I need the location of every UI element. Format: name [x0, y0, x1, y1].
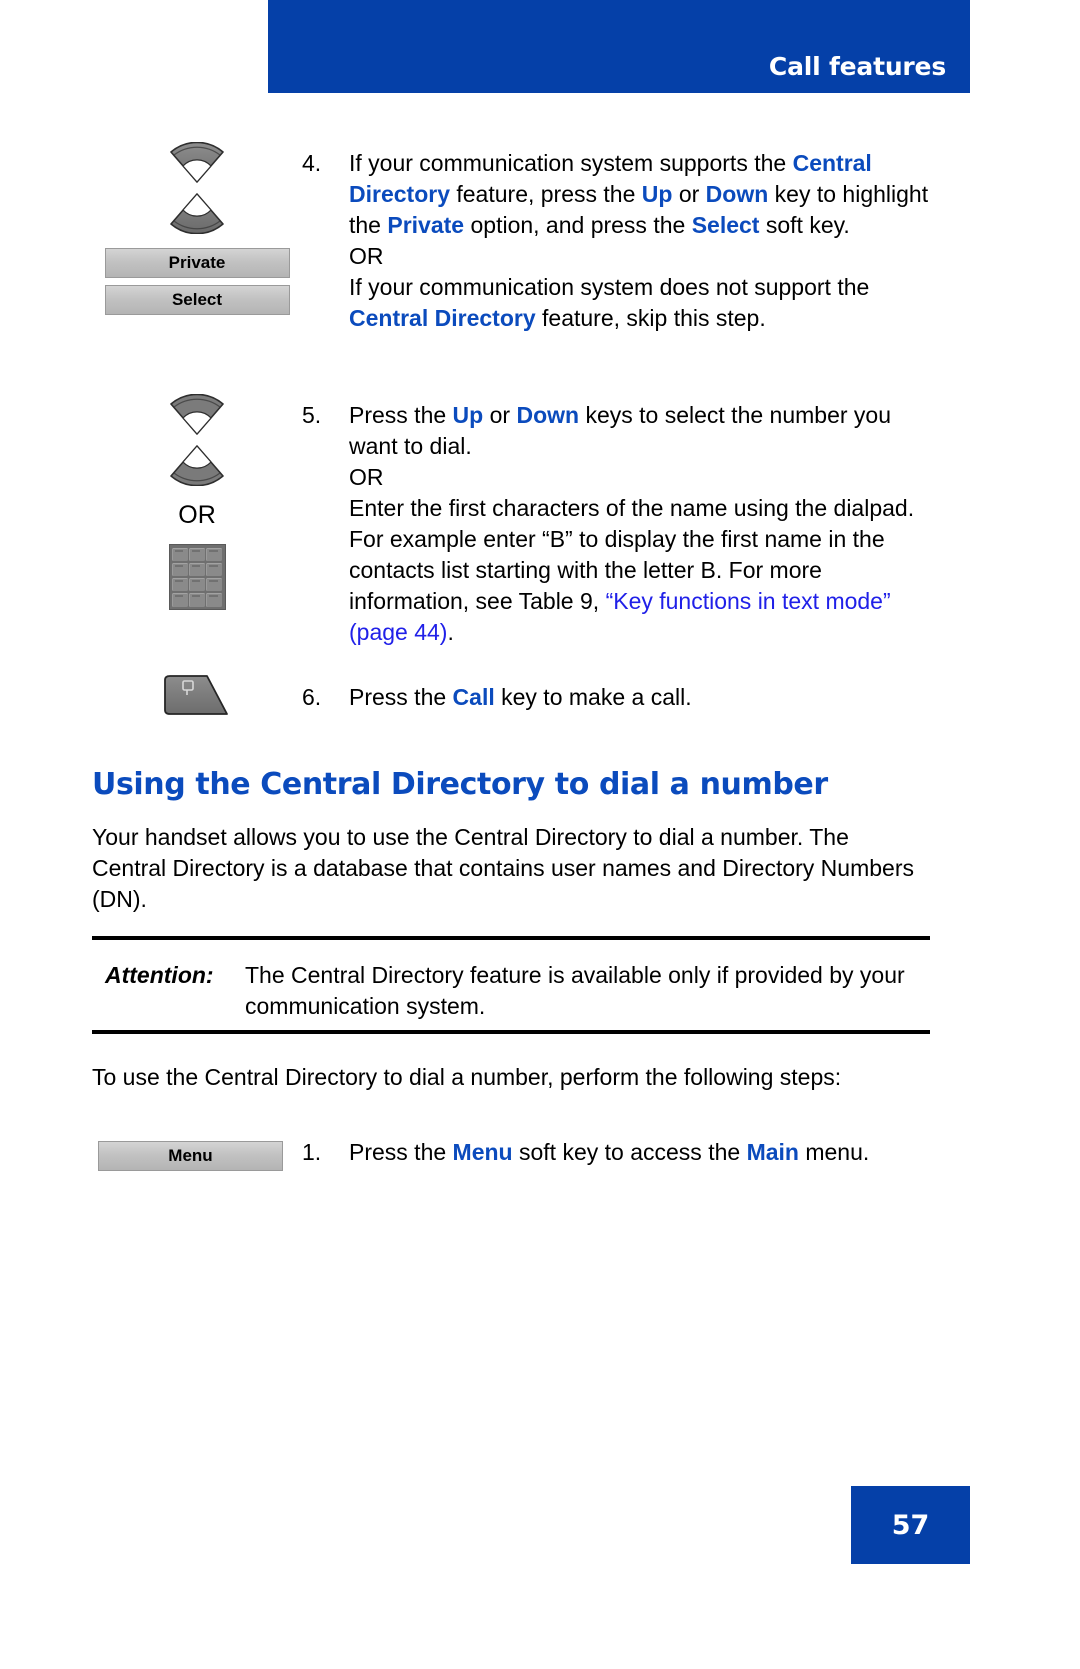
step-6-body: 6. Press the Call key to make a call.: [302, 668, 934, 713]
section-heading: Using the Central Directory to dial a nu…: [92, 767, 828, 802]
step-5-icon-or-label: OR: [178, 501, 216, 529]
final-step-seg-3: menu.: [798, 1139, 870, 1165]
softkey-menu-label: Menu: [168, 1146, 213, 1165]
softkey-private-label: Private: [168, 253, 226, 272]
step-4-private: Private: [387, 212, 465, 238]
softkey-private[interactable]: Private: [104, 248, 290, 278]
step-5-text: Press the Up or Down keys to select the …: [349, 400, 934, 648]
section-intro-paragraph: Your handset allows you to use the Centr…: [92, 824, 914, 912]
dialpad-key-1: [172, 547, 188, 562]
final-step-main: Main: [746, 1139, 799, 1165]
dialpad-icon: [168, 544, 226, 610]
step-4-or-divider: OR: [349, 243, 384, 269]
final-step-body: 1. Press the Menu soft key to access the…: [302, 1137, 959, 1168]
step-6-text: Press the Call key to make a call.: [349, 682, 934, 713]
attention-label: Attention:: [105, 962, 214, 988]
procedure-intro-paragraph: To use the Central Directory to dial a n…: [92, 1064, 842, 1090]
step-4-seg-4: option, and press the: [464, 212, 692, 238]
page-header-title: Call features: [768, 52, 946, 81]
step-6-number: 6.: [302, 684, 322, 710]
attention-rule-bottom: [92, 1030, 930, 1034]
step-5-down: Down: [516, 402, 580, 428]
final-step-text: Press the Menu soft key to access the Ma…: [349, 1137, 959, 1168]
step-4-up: Up: [641, 181, 673, 207]
softkey-select-label: Select: [171, 290, 223, 309]
step-4-alt-seg-2: feature, skip this step.: [535, 305, 766, 331]
dialpad-key-hash: [206, 592, 222, 607]
step-4-alt-central-directory: Central Directory: [349, 305, 536, 331]
step-4-body: 4. If your communication system supports…: [302, 140, 934, 334]
step-6-seg-1: Press the: [349, 684, 453, 710]
step-4-or-1: or: [672, 181, 706, 207]
step-4-seg-1: If your communication system supports th…: [349, 150, 793, 176]
step-row-1-final: Menu 1. Press the Menu soft key to acces…: [92, 1137, 937, 1171]
page-number: 57: [891, 1509, 930, 1541]
down-key-icon: [165, 192, 229, 234]
dialpad-key-2: [189, 547, 205, 562]
final-step-menu: Menu: [452, 1139, 513, 1165]
step-row-5: OR 5. Press the Up or Down keys to selec…: [92, 392, 932, 648]
dialpad-key-0: [189, 592, 205, 607]
step-5-number: 5.: [302, 402, 322, 428]
step-6-call: Call: [452, 684, 495, 710]
step-6-seg-2: key to make a call.: [494, 684, 692, 710]
step-4-text: If your communication system supports th…: [349, 148, 934, 334]
step-5-or-1: or: [483, 402, 517, 428]
dialpad-key-4: [172, 562, 188, 577]
page-header-bar: Call features: [268, 0, 970, 93]
final-step-seg-2: soft key to access the: [512, 1139, 747, 1165]
dialpad-key-9: [206, 577, 222, 592]
dialpad-key-3: [206, 547, 222, 562]
softkey-menu[interactable]: Menu: [98, 1141, 283, 1171]
step-5-up: Up: [452, 402, 484, 428]
dialpad-key-5: [189, 562, 205, 577]
step-4-seg-5: soft key.: [759, 212, 850, 238]
attention-rule-top: [92, 936, 930, 940]
step-row-4: Private Select 4. If your communication …: [92, 140, 932, 334]
step-4-alt-seg-1: If your communication system does not su…: [349, 274, 870, 300]
up-key-icon: [165, 394, 229, 436]
step-5-body: 5. Press the Up or Down keys to select t…: [302, 392, 934, 648]
step-5-or-divider: OR: [349, 464, 384, 490]
dialpad-key-7: [172, 577, 188, 592]
step-row-6: 6. Press the Call key to make a call.: [92, 668, 934, 715]
step-4-alt-text: If your communication system does not su…: [349, 272, 934, 334]
step-4-select: Select: [691, 212, 760, 238]
attention-text: The Central Directory feature is availab…: [245, 962, 905, 1019]
up-key-icon: [165, 142, 229, 184]
dialpad-key-star: [172, 592, 188, 607]
final-step-icon-gutter: Menu: [92, 1137, 302, 1171]
step-4-number: 4.: [302, 150, 322, 176]
dialpad-key-6: [206, 562, 222, 577]
step-5-alt-text: Enter the first characters of the name u…: [349, 493, 934, 648]
call-key-icon: [161, 672, 233, 715]
softkey-select[interactable]: Select: [104, 285, 290, 315]
step-6-icon-gutter: [92, 668, 302, 715]
step-5-seg-1: Press the: [349, 402, 453, 428]
page-number-box: 57: [851, 1486, 970, 1564]
step-5-icon-gutter: OR: [92, 392, 302, 610]
final-step-number: 1.: [302, 1139, 322, 1165]
down-key-icon: [165, 444, 229, 486]
dialpad-key-8: [189, 577, 205, 592]
step-4-icon-gutter: Private Select: [92, 140, 302, 315]
document-page: Call features Private Select 4. If your …: [0, 0, 1080, 1669]
attention-box: Attention: The Central Directory feature…: [105, 960, 930, 1022]
step-4-down: Down: [705, 181, 769, 207]
step-5-alt-seg-2: .: [447, 619, 454, 645]
step-4-seg-2: feature, press the: [449, 181, 642, 207]
final-step-seg-1: Press the: [349, 1139, 453, 1165]
